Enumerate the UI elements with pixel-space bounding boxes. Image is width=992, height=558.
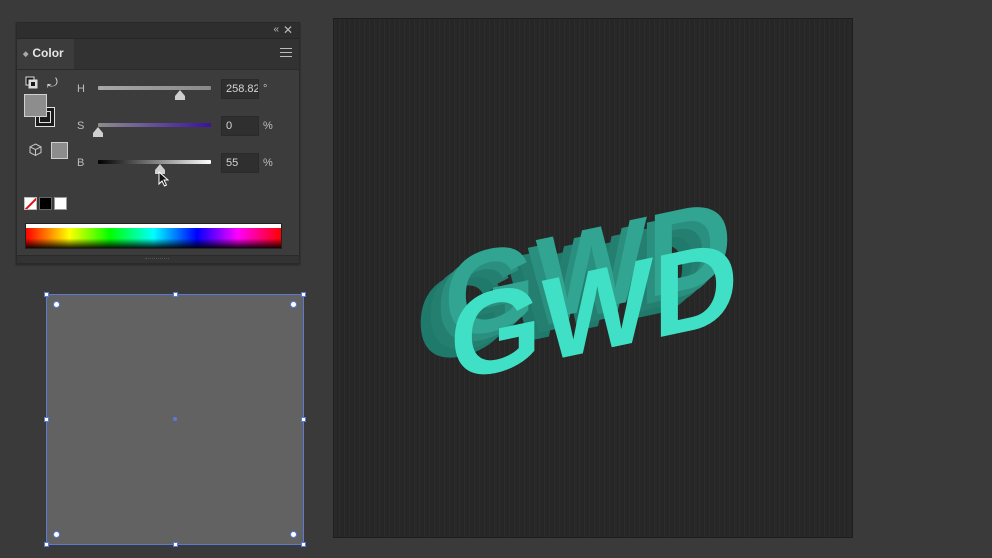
hue-slider-row: H 258.82 ° [77,79,297,101]
saturation-slider-thumb[interactable] [93,127,103,137]
color-panel: « ✕ ◆ Color ⤾ H 258.82 ° S 0 % B 55 % [16,22,300,264]
hue-unit: ° [263,83,268,95]
resize-handle-top-right[interactable] [301,292,306,297]
black-swatch[interactable] [39,197,52,210]
resize-handle-bottom-center[interactable] [173,542,178,547]
brightness-unit: % [263,157,273,169]
corner-radius-widget-bottom-left[interactable] [53,531,60,538]
shape-center-point [173,417,177,421]
close-panel-icon[interactable]: ✕ [283,23,293,37]
none-swatch[interactable] [24,197,37,210]
web-safe-color-swatch[interactable] [51,142,68,159]
resize-handle-middle-right[interactable] [301,417,306,422]
resize-handle-top-center[interactable] [173,292,178,297]
saturation-slider-track[interactable] [98,123,211,127]
hue-value-field[interactable]: 258.82 [221,79,259,99]
brightness-label: B [77,157,85,169]
saturation-unit: % [263,120,273,132]
none-slash-icon [25,198,36,209]
color-spectrum-bar[interactable] [25,223,282,249]
panel-tab-bar: ◆ Color [17,39,299,70]
resize-handle-middle-left[interactable] [44,417,49,422]
tab-color-label: Color [32,46,64,60]
artboard[interactable]: GWD GWD GWD GWD GWD [333,18,853,538]
panel-menu-icon[interactable] [280,48,292,60]
tab-color[interactable]: ◆ Color [17,39,74,69]
hue-label: H [77,83,85,95]
swap-fill-stroke-icon[interactable]: ⤾ [47,75,58,91]
brightness-value-field[interactable]: 55 [221,153,259,173]
panel-resize-grip[interactable] [17,255,299,263]
saturation-label: S [77,120,85,132]
resize-handle-top-left[interactable] [44,292,49,297]
mouse-pointer-icon [158,171,169,187]
panel-title-bar[interactable]: « ✕ [17,23,299,39]
selected-rectangle-shape[interactable] [44,292,306,547]
hue-slider-track[interactable] [98,86,211,90]
fill-swatch[interactable] [24,94,47,117]
brightness-slider-thumb[interactable] [155,164,165,174]
white-swatch[interactable] [54,197,67,210]
corner-radius-widget-bottom-right[interactable] [290,531,297,538]
expand-options-icon[interactable]: ◆ [23,51,28,58]
brightness-slider-row: B 55 % [77,153,297,175]
saturation-slider-row: S 0 % [77,116,297,138]
resize-handle-bottom-right[interactable] [301,542,306,547]
hue-slider-thumb[interactable] [175,90,185,100]
corner-radius-widget-top-left[interactable] [53,301,60,308]
collapse-panel-icon[interactable]: « [273,24,278,35]
3d-text-artwork: GWD GWD GWD GWD GWD [416,174,738,408]
corner-radius-widget-top-right[interactable] [290,301,297,308]
saturation-value-field[interactable]: 0 [221,116,259,136]
resize-handle-bottom-left[interactable] [44,542,49,547]
out-of-web-color-cube-icon[interactable] [29,143,42,156]
default-colors-icon[interactable] [25,76,39,90]
